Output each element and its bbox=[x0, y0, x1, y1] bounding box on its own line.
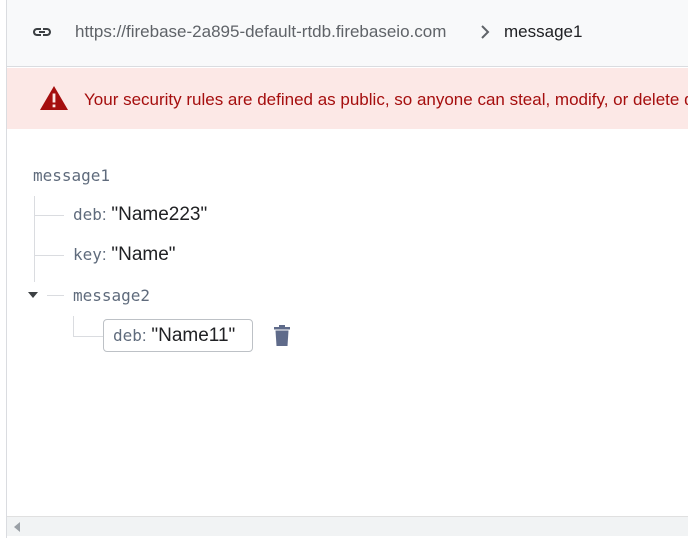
leaf-colon: : bbox=[101, 245, 107, 264]
leaf-value: "Name" bbox=[111, 244, 176, 265]
security-warning-text: Your security rules are defined as publi… bbox=[84, 90, 688, 109]
tree-child-node[interactable]: message2 bbox=[73, 286, 150, 305]
leaf-colon: : bbox=[101, 205, 107, 224]
horizontal-scrollbar[interactable] bbox=[7, 516, 688, 536]
tree-line bbox=[47, 295, 64, 296]
security-warning-banner: Your security rules are defined as publi… bbox=[7, 68, 688, 129]
link-icon[interactable] bbox=[29, 20, 55, 44]
breadcrumb-bar: https://firebase-2a895-default-rtdb.fire… bbox=[7, 0, 688, 67]
tree-root-node[interactable]: message1 bbox=[33, 166, 110, 185]
leaf-key: deb bbox=[73, 205, 102, 224]
tree-line bbox=[73, 336, 103, 337]
selected-leaf-box[interactable]: deb: "Name11" bbox=[103, 319, 253, 352]
breadcrumb-current: message1 bbox=[504, 22, 583, 41]
breadcrumb-url[interactable]: https://firebase-2a895-default-rtdb.fire… bbox=[75, 22, 446, 42]
tree-line bbox=[34, 196, 35, 282]
caret-down-icon[interactable] bbox=[28, 292, 38, 298]
tree-leaf-row[interactable]: deb: "Name223" bbox=[73, 204, 207, 226]
leaf-value: "Name223" bbox=[111, 204, 208, 225]
database-viewer: https://firebase-2a895-default-rtdb.fire… bbox=[6, 0, 688, 538]
tree-leaf-row[interactable]: key: "Name" bbox=[73, 244, 176, 266]
warning-icon bbox=[40, 86, 68, 110]
leaf-colon: : bbox=[141, 326, 147, 345]
tree-line bbox=[34, 215, 64, 216]
leaf-value: "Name11" bbox=[151, 325, 236, 346]
chevron-right-icon bbox=[481, 25, 490, 39]
tree-line bbox=[34, 255, 64, 256]
tree-leaf-row[interactable]: deb: "Name11" bbox=[113, 325, 235, 347]
scroll-left-arrow-icon[interactable] bbox=[13, 522, 21, 532]
leaf-key: deb bbox=[113, 326, 142, 345]
tree-line bbox=[73, 316, 74, 336]
trash-icon[interactable] bbox=[274, 325, 290, 346]
leaf-key: key bbox=[73, 245, 102, 264]
